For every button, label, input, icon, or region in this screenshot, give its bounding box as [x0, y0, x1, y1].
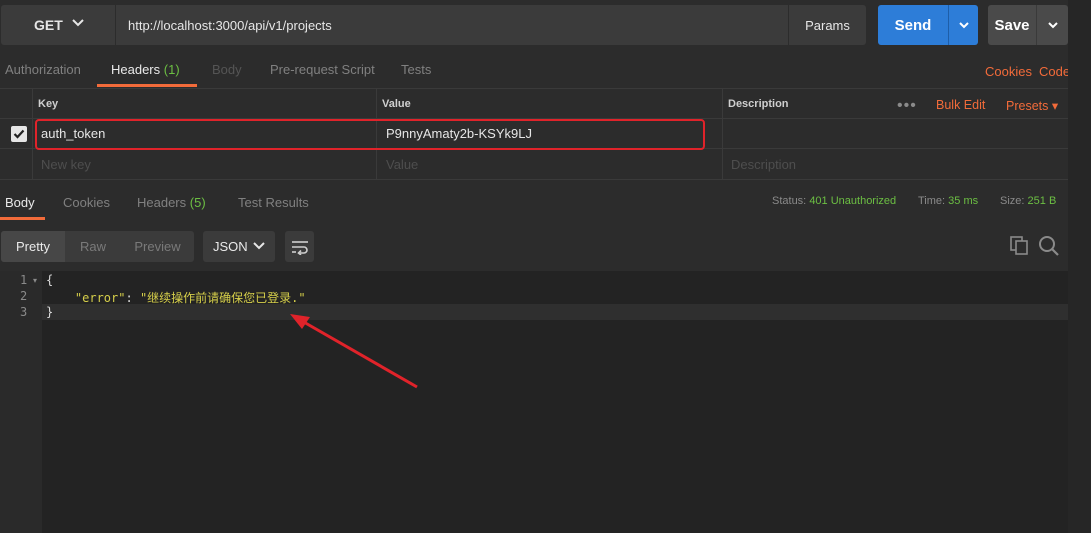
view-mode-segmented-control: Pretty Raw Preview [1, 231, 194, 262]
tab-headers-label: Headers [111, 62, 161, 77]
send-button[interactable]: Send [878, 5, 948, 45]
status-value: 401 Unauthorized [809, 195, 897, 207]
request-bar: GET http://localhost:3000/api/v1/project… [0, 0, 1091, 50]
tab-test-results[interactable]: Test Results [238, 195, 309, 210]
format-select[interactable]: JSON [203, 231, 275, 262]
size-label: Size: [1000, 195, 1025, 207]
params-button[interactable]: Params [788, 5, 866, 45]
method-select[interactable]: GET [1, 5, 115, 45]
line-number: 1 [20, 273, 28, 287]
code-link[interactable]: Code [1039, 64, 1070, 79]
pretty-button[interactable]: Pretty [1, 231, 65, 262]
save-options-button[interactable] [1036, 5, 1068, 45]
tab-headers-count: (1) [163, 62, 180, 77]
code-line: "error": "继续操作前请确保您已登录." [46, 289, 306, 306]
tab-body[interactable]: Body [212, 62, 242, 77]
tab-response-headers-label: Headers [137, 195, 187, 210]
tab-headers[interactable]: Headers (1) [111, 62, 180, 77]
column-header-value: Value [376, 89, 722, 118]
url-text: http://localhost:3000/api/v1/projects [128, 17, 332, 33]
response-tabs: Body Cookies Headers (5) Test Results St… [0, 182, 1091, 220]
chevron-down-icon [72, 19, 84, 27]
search-icon[interactable] [1038, 235, 1060, 257]
new-value-placeholder: Value [386, 156, 419, 172]
chevron-down-icon [1047, 22, 1058, 29]
tab-response-body[interactable]: Body [5, 195, 35, 210]
tab-response-headers[interactable]: Headers (5) [137, 195, 206, 210]
close-brace: } [46, 305, 54, 319]
raw-button[interactable]: Raw [65, 231, 121, 262]
copy-icon[interactable] [1010, 236, 1029, 255]
url-input[interactable]: http://localhost:3000/api/v1/projects [116, 5, 788, 45]
column-value-label: Value [382, 97, 411, 110]
response-body-viewer[interactable]: 1 ▾ 2 3 { "error": "继续操作前请确保您已登录." } [0, 271, 1068, 533]
column-description-label: Description [728, 97, 789, 110]
code-line: } [46, 305, 53, 319]
column-key-label: Key [38, 97, 59, 110]
bulk-edit-button[interactable]: Bulk Edit [936, 98, 985, 112]
request-tabs: Authorization Headers (1) Body Pre-reque… [0, 52, 1091, 88]
open-brace: { [46, 273, 54, 287]
send-label: Send [894, 16, 932, 34]
tab-prerequest-script[interactable]: Pre-request Script [270, 62, 375, 77]
line-number: 3 [20, 305, 28, 319]
new-value-input[interactable]: Value [376, 149, 722, 179]
params-label: Params [805, 17, 850, 33]
format-label: JSON [213, 239, 248, 254]
new-key-placeholder: New key [41, 156, 91, 172]
send-options-button[interactable] [948, 5, 978, 45]
wrap-lines-button[interactable] [285, 231, 314, 262]
chevron-down-icon [253, 242, 265, 250]
json-key: "error" [74, 291, 126, 305]
tab-response-cookies[interactable]: Cookies [63, 195, 110, 210]
status-readout: Status: 401 Unauthorized [772, 195, 896, 207]
caret-down-icon: ▾ [1051, 99, 1059, 113]
annotation-arrow [290, 314, 418, 389]
line-number: 2 [20, 289, 28, 303]
table-header-row: Key Value Description ••• Bulk Edit Pres… [0, 88, 1080, 119]
table-row-new: New key Value Description [0, 149, 1080, 180]
presets-label: Presets [1006, 99, 1049, 113]
row-enabled-checkbox[interactable] [11, 126, 27, 142]
presets-button[interactable]: Presets ▾ [1006, 98, 1058, 113]
save-label: Save [994, 16, 1030, 34]
size-value: 251 B [1027, 195, 1057, 207]
active-response-tab-indicator [0, 217, 45, 220]
code-line: { [46, 273, 53, 287]
column-header-key: Key [32, 89, 376, 118]
line-number-gutter: 1 ▾ 2 3 [0, 271, 42, 533]
save-button[interactable]: Save [988, 5, 1036, 45]
size-readout: Size: 251 B [1000, 195, 1056, 207]
preview-button[interactable]: Preview [121, 231, 194, 262]
tab-response-headers-count: (5) [189, 195, 206, 210]
tab-tests[interactable]: Tests [401, 62, 431, 77]
current-line-highlight [42, 304, 1068, 320]
new-key-input[interactable]: New key [32, 149, 376, 179]
response-toolbar: Pretty Raw Preview JSON [0, 228, 1091, 264]
new-description-input[interactable]: Description [722, 149, 1080, 179]
fold-arrow-icon[interactable]: ▾ [33, 276, 37, 285]
time-value: 35 ms [948, 195, 979, 207]
json-colon: : [125, 291, 140, 305]
header-description-input[interactable] [722, 119, 1080, 148]
json-string-value: "继续操作前请确保您已登录." [139, 291, 306, 305]
time-label: Time: [918, 195, 946, 207]
method-label: GET [34, 17, 63, 33]
annotation-highlight-box [35, 119, 705, 150]
checkmark-icon [13, 129, 25, 139]
time-readout: Time: 35 ms [918, 195, 978, 207]
new-description-placeholder: Description [731, 156, 797, 172]
window-scrollbar[interactable] [1068, 0, 1091, 533]
tab-authorization[interactable]: Authorization [5, 62, 81, 77]
chevron-down-icon [958, 22, 969, 29]
cookies-link[interactable]: Cookies [985, 64, 1032, 79]
wrap-lines-icon [291, 240, 308, 255]
active-tab-indicator [97, 84, 197, 87]
more-options-icon[interactable]: ••• [897, 97, 917, 115]
status-label: Status: [772, 195, 807, 207]
